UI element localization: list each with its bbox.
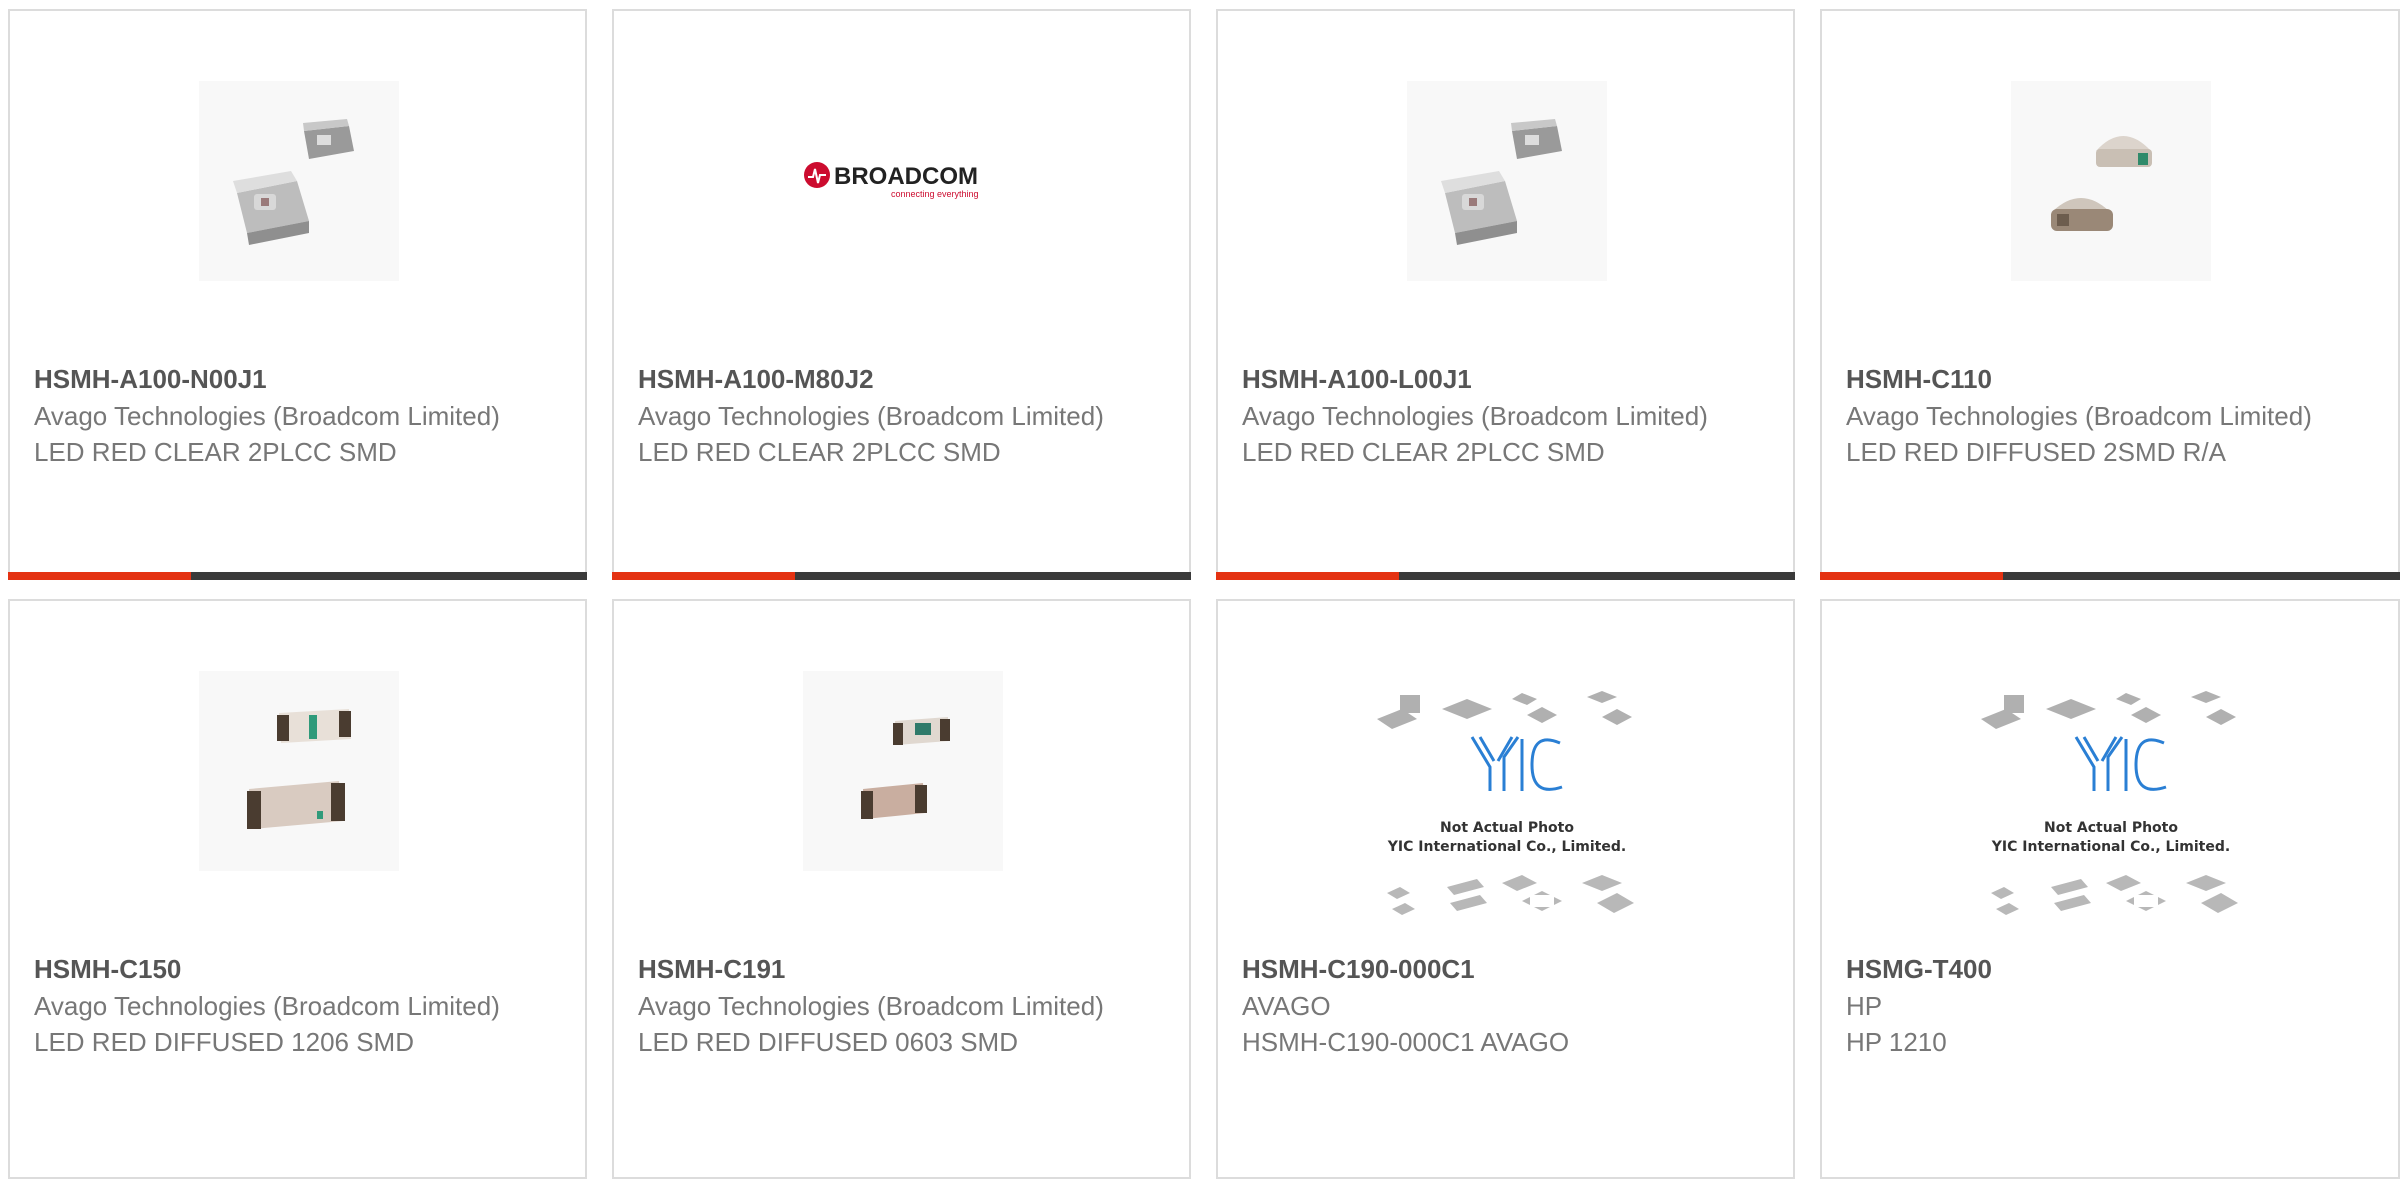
card-footer-accent (1820, 572, 2003, 580)
plcc-led-icon (233, 119, 354, 245)
product-image[interactable] (803, 671, 1003, 871)
card-footer-accent (8, 572, 191, 580)
card-footer-bar (1216, 572, 1795, 580)
part-number[interactable]: HSMH-C191 (638, 954, 1108, 984)
description: LED RED DIFFUSED 2SMD R/A (1846, 437, 2226, 467)
product-image[interactable]: Not Actual Photo YIC International Co., … (1372, 687, 1642, 933)
placeholder-line1: Not Actual Photo (1440, 820, 1574, 836)
product-card[interactable]: Not Actual Photo YIC International Co., … (1820, 599, 2400, 1179)
description: LED RED DIFFUSED 0603 SMD (638, 1027, 1018, 1057)
part-number[interactable]: HSMH-A100-N00J1 (34, 364, 504, 394)
manufacturer: Avago Technologies (Broadcom Limited) (1846, 401, 2312, 431)
product-image[interactable] (199, 671, 399, 871)
manufacturer: Avago Technologies (Broadcom Limited) (34, 401, 500, 431)
placeholder-line1: Not Actual Photo (2044, 820, 2178, 836)
product-card[interactable]: HSMH-C191 Avago Technologies (Broadcom L… (612, 599, 1191, 1179)
product-image[interactable]: BROADCOM connecting everything (803, 81, 1003, 281)
description: LED RED CLEAR 2PLCC SMD (34, 437, 397, 467)
product-image[interactable] (1407, 81, 1607, 281)
description: LED RED CLEAR 2PLCC SMD (1242, 437, 1605, 467)
product-image[interactable]: Not Actual Photo YIC International Co., … (1976, 687, 2246, 933)
chip-led-icon (861, 717, 950, 819)
product-card[interactable]: HSMH-A100-L00J1 Avago Technologies (Broa… (1216, 9, 1795, 580)
card-footer-bar (612, 572, 1191, 580)
card-footer-bar (1820, 572, 2400, 580)
product-image[interactable] (199, 81, 399, 281)
description: LED RED DIFFUSED 1206 SMD (34, 1027, 414, 1057)
manufacturer: Avago Technologies (Broadcom Limited) (1242, 401, 1708, 431)
part-number[interactable]: HSMH-A100-M80J2 (638, 364, 1108, 394)
part-number[interactable]: HSMG-T400 (1846, 954, 2316, 984)
right-angle-led-icon (2051, 136, 2152, 231)
card-footer-accent (1216, 572, 1399, 580)
plcc-led-icon (1441, 119, 1562, 245)
card-footer-bar (8, 572, 587, 580)
broadcom-logo-text: BROADCOM (834, 163, 978, 190)
part-number[interactable]: HSMH-C190-000C1 (1242, 954, 1712, 984)
product-image[interactable] (2011, 81, 2211, 281)
manufacturer: Avago Technologies (Broadcom Limited) (638, 991, 1104, 1021)
description: HP 1210 (1846, 1027, 1947, 1057)
broadcom-logo-tagline: connecting everything (891, 189, 979, 199)
part-number[interactable]: HSMH-C110 (1846, 364, 2316, 394)
description: HSMH-C190-000C1 AVAGO (1242, 1027, 1570, 1057)
chip-led-icon (247, 709, 351, 829)
product-card[interactable]: HSMH-A100-N00J1 Avago Technologies (Broa… (8, 9, 587, 580)
part-number[interactable]: HSMH-A100-L00J1 (1242, 364, 1712, 394)
description: LED RED CLEAR 2PLCC SMD (638, 437, 1001, 467)
broadcom-logo-icon: BROADCOM connecting everything (804, 162, 979, 199)
product-card[interactable]: HSMH-C110 Avago Technologies (Broadcom L… (1820, 9, 2400, 580)
yic-placeholder-icon: Not Actual Photo YIC International Co., … (1981, 691, 2238, 915)
placeholder-line2: YIC International Co., Limited. (1387, 839, 1626, 855)
manufacturer: Avago Technologies (Broadcom Limited) (638, 401, 1104, 431)
manufacturer: Avago Technologies (Broadcom Limited) (34, 991, 500, 1021)
yic-placeholder-icon: Not Actual Photo YIC International Co., … (1377, 691, 1634, 915)
product-card[interactable]: HSMH-C150 Avago Technologies (Broadcom L… (8, 599, 587, 1179)
manufacturer: AVAGO (1242, 991, 1331, 1021)
product-card[interactable]: BROADCOM connecting everything HSMH-A100… (612, 9, 1191, 580)
part-number[interactable]: HSMH-C150 (34, 954, 504, 984)
card-footer-accent (612, 572, 795, 580)
manufacturer: HP (1846, 991, 1883, 1021)
product-card[interactable]: Not Actual Photo YIC International Co., … (1216, 599, 1795, 1179)
placeholder-line2: YIC International Co., Limited. (1991, 839, 2230, 855)
